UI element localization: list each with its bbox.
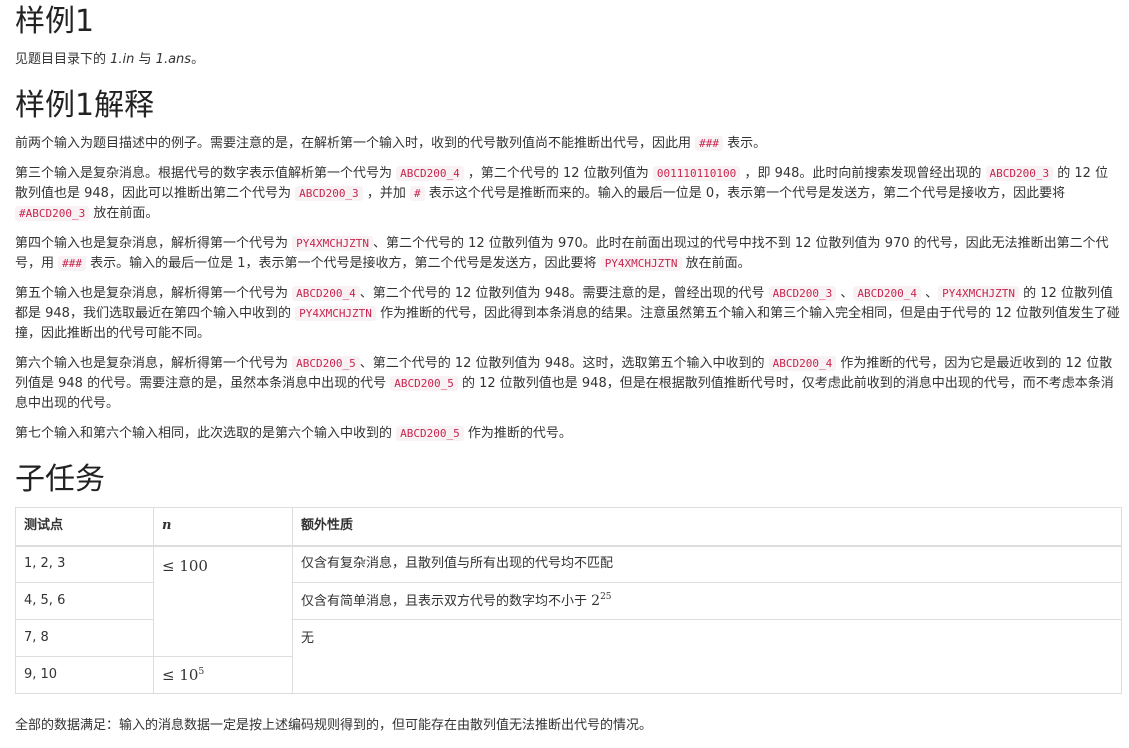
header-extra: 额外性质 <box>292 507 1122 547</box>
code-span: PY4XMCHJZTN <box>938 286 1019 301</box>
code-span: ABCD200_3 <box>295 186 363 201</box>
cell-tests: 1, 2, 3 <box>15 545 154 583</box>
code-span: ABCD200_3 <box>985 166 1054 181</box>
code-span: ### <box>695 136 724 151</box>
code-span: PY4XMCHJZTN <box>600 256 682 271</box>
subtasks-heading: 子任务 <box>15 462 105 497</box>
code-span: ABCD200_4 <box>292 286 360 301</box>
sample-heading: 样例1 <box>15 4 95 39</box>
header-n: n <box>153 507 293 547</box>
code-span: ABCD200_3 <box>768 286 837 301</box>
cell-tests: 9, 10 <box>15 656 154 694</box>
cell-n: ≤ 105 <box>153 656 293 694</box>
code-span: ABCD200_5 <box>396 426 464 441</box>
explanation-paragraph-2: 第三个输入是复杂消息。根据代号的数字表示值解析第一个代号为 ABCD200_4 … <box>15 166 1109 221</box>
header-tests: 测试点 <box>15 507 154 547</box>
cell-extra: 仅含有复杂消息，且散列值与所有出现的代号均不匹配 <box>292 545 1122 583</box>
explanation-heading: 样例1解释 <box>15 88 155 123</box>
cell-extra: 仅含有简单消息，且表示双方代号的数字均不小于 225 <box>292 582 1122 620</box>
code-span: 001110110100 <box>652 166 741 181</box>
subtasks-footer: 全部的数据满足：输入的消息数据一定是按上述编码规则得到的，但可能存在由散列值无法… <box>15 718 653 733</box>
table-row: 1, 2, 3 ≤ 100 仅含有复杂消息，且散列值与所有出现的代号均不匹配 <box>15 545 1122 657</box>
file-ans-name: 1.ans <box>155 52 192 67</box>
code-span: #ABCD200_3 <box>15 206 90 221</box>
code-span: ABCD200_4 <box>768 356 837 371</box>
explanation-paragraph-4: 第五个输入也是复杂消息，解析得第一个代号为 ABCD200_4 、第二个代号的 1… <box>15 286 1120 341</box>
code-span: ABCD200_4 <box>396 166 464 181</box>
table-header-row: 测试点 n 额外性质 <box>15 507 1122 547</box>
sample-description: 见题目目录下的 1.in 与 1.ans。 <box>15 52 205 67</box>
explanation-paragraph-6: 第七个输入和第六个输入相同，此次选取的是第六个输入中收到的 ABCD200_5 … <box>15 426 572 441</box>
cell-tests: 7, 8 <box>15 619 154 657</box>
code-span: ABCD200_4 <box>853 286 921 301</box>
subtasks-table: 测试点 n 额外性质 1, 2, 3 ≤ 100 仅含有复杂消息，且散列值与所有… <box>15 507 1122 694</box>
code-span: ABCD200_5 <box>390 376 458 391</box>
explanation-paragraph-3: 第四个输入也是复杂消息，解析得第一个代号为 PY4XMCHJZTN 、第二个代号的… <box>15 236 1109 271</box>
code-span: ABCD200_5 <box>292 356 360 371</box>
cell-n: ≤ 100 <box>153 545 293 657</box>
cell-extra: 无 <box>292 619 1122 694</box>
code-span: PY4XMCHJZTN <box>292 236 373 251</box>
code-span: # <box>409 186 425 201</box>
code-span: PY4XMCHJZTN <box>295 306 376 321</box>
explanation-paragraph-1: 前两个输入为题目描述中的例子。需要注意的是，在解析第一个输入时，收到的代号散列值… <box>15 136 767 151</box>
explanation-paragraph-5: 第六个输入也是复杂消息，解析得第一个代号为 ABCD200_5 、第二个代号的 1… <box>15 356 1114 411</box>
cell-tests: 4, 5, 6 <box>15 582 154 620</box>
file-in-name: 1.in <box>110 52 135 67</box>
code-span: ### <box>58 256 87 271</box>
